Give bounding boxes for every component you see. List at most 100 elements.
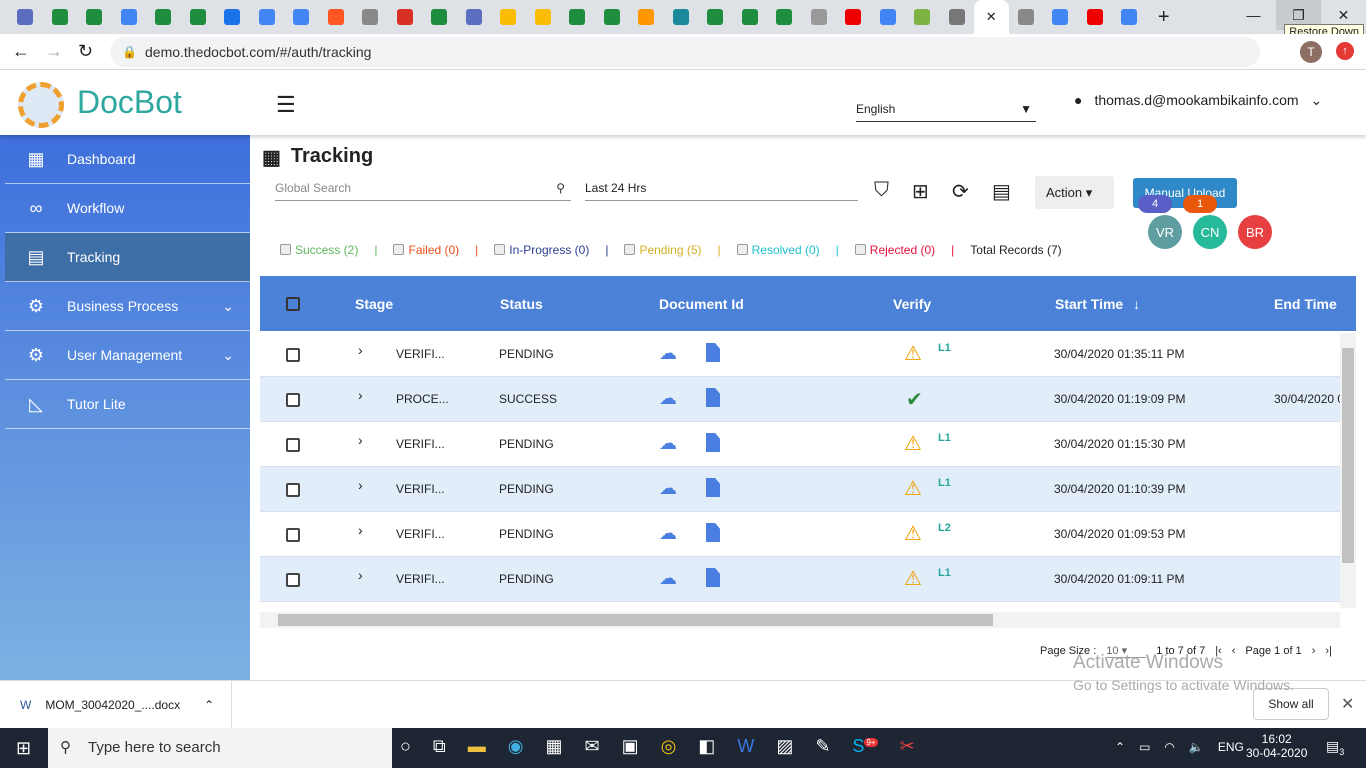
task-view-icon[interactable]: ⧉ bbox=[433, 736, 446, 757]
update-icon[interactable]: ↑ bbox=[1336, 42, 1354, 60]
volume-icon[interactable]: 🔈 bbox=[1189, 740, 1204, 754]
browser-tab[interactable] bbox=[871, 0, 906, 34]
filter-success[interactable]: Success (2) bbox=[280, 243, 358, 257]
browser-tab[interactable] bbox=[319, 0, 354, 34]
cortana-icon[interactable]: ○ bbox=[400, 736, 411, 757]
filter-in-progress[interactable]: In-Progress (0) bbox=[494, 243, 589, 257]
column-verify[interactable]: Verify bbox=[893, 296, 931, 312]
filter-checkbox[interactable] bbox=[854, 244, 866, 255]
app-icon[interactable]: ▣ bbox=[622, 736, 639, 757]
document-icon[interactable] bbox=[706, 433, 720, 452]
sidebar-item-workflow[interactable]: ∞ Workflow bbox=[5, 184, 250, 233]
table-row[interactable]: › VERIFI... PENDING ☁ ⚠ L2 30/04/2020 01:… bbox=[260, 512, 1340, 557]
filter-rejected[interactable]: Rejected (0) bbox=[854, 243, 935, 257]
expand-chevron-icon[interactable]: › bbox=[358, 342, 363, 358]
store-icon[interactable]: ▦ bbox=[545, 736, 562, 757]
browser-tab[interactable] bbox=[664, 0, 699, 34]
minimize-button[interactable]: — bbox=[1231, 0, 1276, 30]
skype-icon[interactable]: S 9+ bbox=[852, 736, 878, 757]
forward-icon[interactable]: → bbox=[45, 41, 63, 62]
expand-chevron-icon[interactable]: › bbox=[358, 477, 363, 493]
active-tab[interactable]: ✕ bbox=[974, 0, 1009, 34]
verify-level[interactable]: L1 bbox=[938, 342, 951, 354]
expand-chevron-icon[interactable]: › bbox=[358, 432, 363, 448]
document-icon[interactable] bbox=[706, 478, 720, 497]
avatar-cn[interactable]: CN 1 bbox=[1183, 195, 1227, 249]
cloud-download-icon[interactable]: ☁ bbox=[659, 388, 677, 409]
taskbar-search-input[interactable]: ⚲ Type here to search bbox=[48, 728, 392, 768]
sidebar-item-business-process[interactable]: ⚙ Business Process ⌄ bbox=[5, 282, 250, 331]
browser-tab[interactable] bbox=[146, 0, 181, 34]
browser-tab[interactable] bbox=[77, 0, 112, 34]
expand-chevron-icon[interactable]: › bbox=[358, 522, 363, 538]
cloud-download-icon[interactable]: ☁ bbox=[659, 478, 677, 499]
browser-tab[interactable] bbox=[733, 0, 768, 34]
browser-tab[interactable] bbox=[560, 0, 595, 34]
sidebar-item-tracking[interactable]: ▤ Tracking bbox=[5, 233, 250, 282]
filter-checkbox[interactable] bbox=[494, 244, 506, 255]
battery-icon[interactable]: ▭ bbox=[1139, 740, 1150, 754]
clock[interactable]: 16:02 30-04-2020 bbox=[1246, 732, 1307, 760]
user-menu[interactable]: ● thomas.d@mookambikainfo.com ⌄ bbox=[1074, 92, 1322, 109]
date-range-input[interactable]: Last 24 Hrs bbox=[585, 177, 858, 201]
cloud-download-icon[interactable]: ☁ bbox=[659, 568, 677, 589]
browser-tab[interactable] bbox=[905, 0, 940, 34]
browser-tab[interactable] bbox=[1112, 0, 1147, 34]
browser-tab[interactable] bbox=[629, 0, 664, 34]
paint-icon[interactable]: ✎ bbox=[815, 736, 830, 757]
edge-icon[interactable]: ◉ bbox=[508, 736, 524, 757]
column-start-time[interactable]: Start Time ↓ bbox=[1055, 296, 1140, 312]
language-indicator[interactable]: ENG bbox=[1218, 740, 1244, 754]
file-explorer-icon[interactable]: ▬ bbox=[468, 736, 486, 757]
browser-tab[interactable] bbox=[802, 0, 837, 34]
avatar[interactable]: BR bbox=[1238, 215, 1272, 249]
avatar-br[interactable]: BR bbox=[1238, 215, 1272, 249]
windows-start-icon[interactable]: ⊞ bbox=[16, 738, 31, 759]
wifi-icon[interactable]: ◠ bbox=[1164, 740, 1174, 754]
avatar[interactable]: VR bbox=[1148, 215, 1182, 249]
document-icon[interactable] bbox=[706, 343, 720, 362]
new-tab-button[interactable]: + bbox=[1147, 0, 1182, 34]
filter-resolved[interactable]: Resolved (0) bbox=[736, 243, 820, 257]
row-checkbox[interactable] bbox=[286, 348, 300, 362]
avatar-vr[interactable]: VR 4 bbox=[1138, 195, 1182, 249]
global-search-input[interactable]: Global Search ⚲ bbox=[275, 177, 571, 201]
sidebar-item-tutor-lite[interactable]: ◺ Tutor Lite bbox=[5, 380, 250, 429]
download-item[interactable]: W MOM_30042020_....docx ⌃ bbox=[0, 681, 232, 728]
action-dropdown[interactable]: Action ▾ bbox=[1035, 176, 1114, 209]
verify-level[interactable]: L1 bbox=[938, 432, 951, 444]
expand-chevron-icon[interactable]: › bbox=[358, 387, 363, 403]
chevron-down-icon[interactable]: ⌄ bbox=[222, 347, 234, 364]
browser-tab[interactable] bbox=[767, 0, 802, 34]
browser-tab[interactable] bbox=[1078, 0, 1113, 34]
table-row[interactable]: › VERIFI... PENDING ☁ ⚠ L1 30/04/2020 01:… bbox=[260, 467, 1340, 512]
filter-checkbox[interactable] bbox=[736, 244, 748, 255]
browser-tab[interactable] bbox=[698, 0, 733, 34]
chevron-down-icon[interactable]: ⌄ bbox=[222, 298, 234, 315]
vertical-scrollbar[interactable] bbox=[1340, 333, 1356, 608]
url-input[interactable]: 🔒 demo.thedocbot.com/#/auth/tracking bbox=[110, 37, 1260, 67]
row-checkbox[interactable] bbox=[286, 573, 300, 587]
browser-tab[interactable] bbox=[526, 0, 561, 34]
browser-tab[interactable] bbox=[181, 0, 216, 34]
photos-icon[interactable]: ▨ bbox=[776, 736, 793, 757]
browser-tab[interactable] bbox=[284, 0, 319, 34]
browser-tab[interactable] bbox=[353, 0, 388, 34]
select-all-checkbox[interactable] bbox=[286, 297, 300, 311]
verify-level[interactable]: L1 bbox=[938, 477, 951, 489]
column-stage[interactable]: Stage bbox=[355, 296, 393, 312]
browser-tab[interactable] bbox=[491, 0, 526, 34]
mail-icon[interactable]: ✉ bbox=[584, 736, 599, 757]
browser-tab[interactable] bbox=[836, 0, 871, 34]
browser-tab[interactable] bbox=[250, 0, 285, 34]
document-icon[interactable] bbox=[706, 523, 720, 542]
row-checkbox[interactable] bbox=[286, 528, 300, 542]
expand-chevron-icon[interactable]: › bbox=[358, 567, 363, 583]
row-checkbox[interactable] bbox=[286, 393, 300, 407]
last-page-icon[interactable]: ›| bbox=[1325, 645, 1332, 657]
cloud-download-icon[interactable]: ☁ bbox=[659, 433, 677, 454]
cloud-download-icon[interactable]: ☁ bbox=[659, 523, 677, 544]
browser-tab[interactable] bbox=[595, 0, 630, 34]
document-icon[interactable]: ▤ bbox=[992, 179, 1011, 204]
avatar[interactable]: CN bbox=[1193, 215, 1227, 249]
